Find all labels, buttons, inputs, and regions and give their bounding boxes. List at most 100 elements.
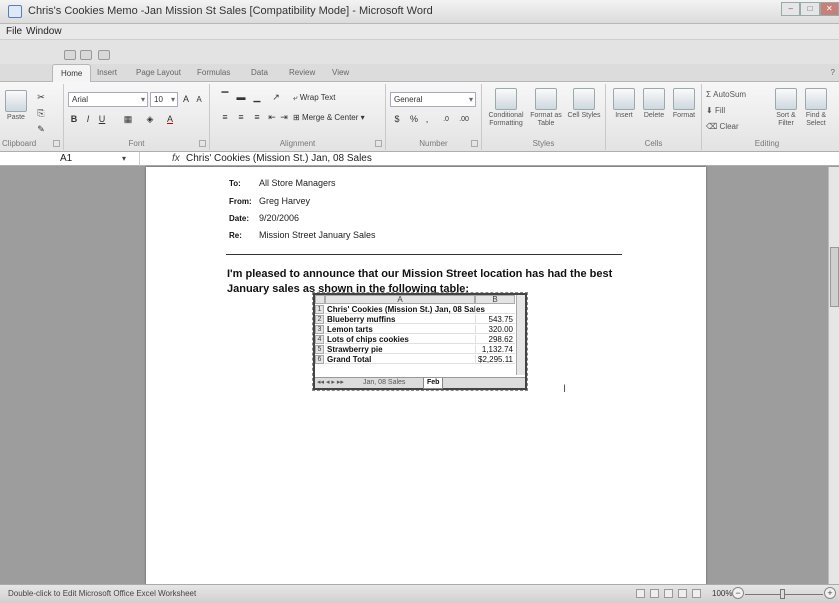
cell-styles-button[interactable]: Cell Styles bbox=[566, 88, 602, 120]
cell-a4[interactable]: Lots of chips cookies bbox=[325, 335, 475, 344]
menu-window[interactable]: Window bbox=[26, 26, 62, 37]
tab-data[interactable]: Data bbox=[251, 68, 268, 77]
name-box[interactable]: A1 bbox=[0, 152, 140, 166]
tab-page-layout[interactable]: Page Layout bbox=[136, 68, 181, 77]
cell-b2[interactable]: 543.75 bbox=[475, 315, 515, 324]
sheet-nav-arrows-icon[interactable]: ◂◂ ◂ ▸ ▸▸ bbox=[317, 378, 344, 388]
format-painter-icon[interactable]: ✎ bbox=[34, 122, 48, 137]
cell-b5[interactable]: 1,132.74 bbox=[475, 345, 515, 354]
shrink-font-icon[interactable]: A bbox=[193, 92, 205, 107]
cut-icon[interactable]: ✂ bbox=[34, 90, 48, 105]
clipboard-launcher-icon[interactable] bbox=[53, 140, 60, 147]
cell-b3[interactable]: 320.00 bbox=[475, 325, 515, 334]
bold-button[interactable]: B bbox=[68, 112, 80, 127]
row-header[interactable]: 6 bbox=[315, 355, 324, 364]
cell-a6[interactable]: Grand Total bbox=[325, 355, 475, 364]
column-header-b[interactable]: B bbox=[475, 295, 515, 304]
number-launcher-icon[interactable] bbox=[471, 140, 478, 147]
align-right-icon[interactable]: ≡ bbox=[250, 110, 264, 125]
increase-decimal-icon[interactable]: .0 bbox=[438, 112, 454, 127]
number-format-combo[interactable]: General bbox=[390, 92, 476, 107]
font-size-combo[interactable]: 10 bbox=[150, 92, 178, 107]
view-draft-icon[interactable] bbox=[692, 589, 701, 598]
embedded-worksheet[interactable]: A B 1 Chris' Cookies (Mission St.) Jan, … bbox=[312, 292, 528, 391]
view-outline-icon[interactable] bbox=[678, 589, 687, 598]
merge-center-button[interactable]: ⊞ Merge & Center ▾ bbox=[292, 110, 382, 125]
borders-icon[interactable]: ▦ bbox=[120, 112, 136, 127]
zoom-slider-knob[interactable] bbox=[780, 589, 785, 599]
cell-a1[interactable]: Chris' Cookies (Mission St.) Jan, 08 Sal… bbox=[325, 305, 485, 314]
align-top-icon[interactable]: ▔ bbox=[218, 90, 232, 105]
tab-review[interactable]: Review bbox=[289, 68, 315, 77]
zoom-in-icon[interactable]: + bbox=[824, 587, 836, 599]
conditional-formatting-button[interactable]: Conditional Formatting bbox=[486, 88, 526, 128]
align-center-icon[interactable]: ≡ bbox=[234, 110, 248, 125]
fill-button[interactable]: ⬇ Fill bbox=[706, 106, 725, 115]
zoom-level[interactable]: 100% bbox=[712, 589, 732, 598]
copy-icon[interactable]: ⎘ bbox=[34, 106, 48, 121]
italic-button[interactable]: I bbox=[82, 112, 94, 127]
decrease-decimal-icon[interactable]: .00 bbox=[456, 112, 472, 127]
align-left-icon[interactable]: ≡ bbox=[218, 110, 232, 125]
align-bottom-icon[interactable]: ▁ bbox=[250, 90, 264, 105]
increase-indent-icon[interactable]: ⇥ bbox=[278, 110, 290, 125]
sort-filter-button[interactable]: Sort & Filter bbox=[772, 88, 800, 128]
underline-button[interactable]: U bbox=[96, 112, 108, 127]
minimize-button[interactable]: – bbox=[781, 2, 801, 16]
worksheet-vertical-scrollbar[interactable] bbox=[516, 295, 525, 375]
view-layout-icon[interactable] bbox=[650, 589, 659, 598]
vertical-scrollbar[interactable] bbox=[828, 167, 839, 584]
maximize-button[interactable]: □ bbox=[800, 2, 820, 16]
cell-a3[interactable]: Lemon tarts bbox=[325, 325, 475, 334]
formula-input[interactable]: Chris' Cookies (Mission St.) Jan, 08 Sal… bbox=[186, 152, 372, 166]
redo-icon[interactable] bbox=[98, 50, 110, 60]
view-normal-icon[interactable] bbox=[636, 589, 645, 598]
help-icon[interactable]: ? bbox=[831, 68, 835, 77]
cell-a2[interactable]: Blueberry muffins bbox=[325, 315, 475, 324]
sheet-tab-jan[interactable]: Jan, 08 Sales bbox=[363, 378, 405, 388]
clear-button[interactable]: ⌫ Clear bbox=[706, 122, 739, 131]
align-middle-icon[interactable]: ▬ bbox=[234, 90, 248, 105]
save-icon[interactable] bbox=[64, 50, 76, 60]
scrollbar-thumb[interactable] bbox=[830, 247, 839, 307]
cell-b4[interactable]: 298.62 bbox=[475, 335, 515, 344]
font-color-icon[interactable]: A bbox=[162, 112, 178, 127]
select-all-corner[interactable] bbox=[315, 295, 325, 304]
insert-function-button[interactable]: fx bbox=[172, 152, 182, 166]
close-button[interactable]: ✕ bbox=[819, 2, 839, 16]
row-header[interactable]: 4 bbox=[315, 335, 324, 344]
cell-a5[interactable]: Strawberry pie bbox=[325, 345, 475, 354]
cell-b1[interactable] bbox=[475, 305, 515, 314]
delete-cells-button[interactable]: Delete bbox=[640, 88, 668, 120]
font-name-combo[interactable]: Arial bbox=[68, 92, 148, 107]
zoom-out-icon[interactable]: − bbox=[732, 587, 744, 599]
row-header[interactable]: 5 bbox=[315, 345, 324, 354]
column-header-a[interactable]: A bbox=[325, 295, 475, 304]
row-header[interactable]: 1 bbox=[315, 305, 324, 314]
undo-icon[interactable] bbox=[80, 50, 92, 60]
orientation-icon[interactable]: ↗ bbox=[268, 90, 284, 105]
tab-formulas[interactable]: Formulas bbox=[197, 68, 230, 77]
grow-font-icon[interactable]: A bbox=[180, 92, 192, 107]
word-app-icon[interactable] bbox=[8, 5, 22, 18]
find-select-button[interactable]: Find & Select bbox=[802, 88, 830, 128]
cell-b6[interactable]: $2,295.11 bbox=[475, 355, 515, 364]
menu-file[interactable]: File bbox=[6, 26, 22, 37]
view-break-icon[interactable] bbox=[664, 589, 673, 598]
insert-cells-button[interactable]: Insert bbox=[610, 88, 638, 120]
currency-button[interactable]: $ bbox=[390, 112, 404, 127]
tab-insert[interactable]: Insert bbox=[97, 68, 117, 77]
tab-view[interactable]: View bbox=[332, 68, 349, 77]
row-header[interactable]: 3 bbox=[315, 325, 324, 334]
row-header[interactable]: 2 bbox=[315, 315, 324, 324]
format-as-table-button[interactable]: Format as Table bbox=[528, 88, 564, 128]
decrease-indent-icon[interactable]: ⇤ bbox=[266, 110, 278, 125]
wrap-text-button[interactable]: ⤶ Wrap Text bbox=[292, 90, 372, 105]
autosum-button[interactable]: Σ AutoSum bbox=[706, 90, 746, 99]
comma-button[interactable]: , bbox=[422, 112, 432, 127]
percent-button[interactable]: % bbox=[408, 112, 420, 127]
paste-button[interactable]: Paste bbox=[4, 90, 28, 122]
fill-color-icon[interactable]: ◈ bbox=[142, 112, 158, 127]
format-cells-button[interactable]: Format bbox=[670, 88, 698, 120]
font-launcher-icon[interactable] bbox=[199, 140, 206, 147]
